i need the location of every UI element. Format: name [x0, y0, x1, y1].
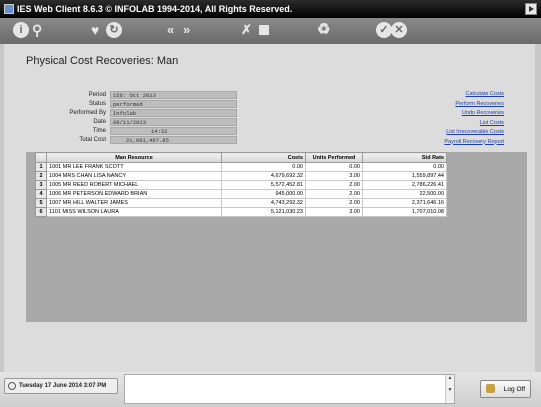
info-fields: Period 156: Oct 2013 Status performed Perf…: [54, 90, 237, 144]
list-costs-link[interactable]: List Costs: [444, 119, 504, 129]
costs-cell[interactable]: 4,679,692.32: [221, 171, 306, 181]
row-number: 1: [35, 162, 47, 172]
search-icon[interactable]: ⚲: [32, 22, 42, 38]
table-row[interactable]: 2 1004 MRS CHAN LISA NANCY 4,679,692.32 …: [35, 171, 447, 181]
resource-cell[interactable]: 1007 MR HILL WALTER JAMES: [46, 198, 222, 208]
app-icon: [4, 4, 14, 14]
resource-cell[interactable]: 1001 MR LEE FRANK SCOTT: [46, 162, 222, 172]
window-title: IES Web Client 8.6.3 © INFOLAB 1994-2014…: [17, 4, 293, 14]
resource-cell[interactable]: 1101 MISS WILSON LAURA: [46, 207, 222, 217]
units-cell[interactable]: 2.00: [305, 180, 363, 190]
ok-icon[interactable]: ✓: [376, 22, 392, 38]
units-cell[interactable]: 3.00: [305, 171, 363, 181]
row-number: 2: [35, 171, 47, 181]
toolbar: i ⚲ ♥ ↻ « » ✗ ♻ ✓ ✕: [0, 18, 541, 44]
page-title: Physical Cost Recoveries: Man: [26, 55, 179, 67]
field-performed-by: Performed By Infolab: [54, 108, 237, 117]
resource-cell[interactable]: 1005 MR REED ROBERT MICHAEL: [46, 180, 222, 190]
logoff-button[interactable]: Log Off: [480, 380, 531, 398]
field-period: Period 156: Oct 2013: [54, 90, 237, 99]
tools-icon[interactable]: ✗: [241, 22, 252, 38]
field-status: Status performed: [54, 99, 237, 108]
status-bar: Tuesday 17 June 2014 3:07 PM ▲ ▼ Log Off: [0, 372, 541, 407]
datetime-display: Tuesday 17 June 2014 3:07 PM: [4, 378, 118, 394]
rate-cell[interactable]: 1,559,897.44: [362, 171, 447, 181]
calculate-costs-link[interactable]: Calculate Costs: [444, 90, 504, 100]
info-icon[interactable]: i: [13, 22, 29, 38]
stop-icon[interactable]: [259, 25, 269, 35]
col-costs[interactable]: Costs: [221, 152, 306, 163]
message-scrollbar[interactable]: ▲ ▼: [445, 375, 454, 403]
table-row[interactable]: 6 1101 MISS WILSON LAURA 5,121,030.23 3.…: [35, 207, 447, 217]
col-man-resource[interactable]: Man Resource: [46, 152, 222, 163]
back-icon[interactable]: «: [167, 22, 174, 38]
units-cell[interactable]: 2.00: [305, 198, 363, 208]
table-row[interactable]: 4 1006 MR PETERSON EDWARD BRIAN 945,000.…: [35, 189, 447, 199]
datetime-text: Tuesday 17 June 2014 3:07 PM: [19, 383, 107, 389]
costs-cell[interactable]: 5,121,030.23: [221, 207, 306, 217]
table-row[interactable]: 1 1001 MR LEE FRANK SCOTT 0.00 0.00 0.00: [35, 162, 447, 172]
col-std-rate[interactable]: Std Rate: [362, 152, 447, 163]
table-row[interactable]: 3 1005 MR REED ROBERT MICHAEL 5,572,452.…: [35, 180, 447, 190]
rate-cell[interactable]: 0.00: [362, 162, 447, 172]
payroll-recovery-report-link[interactable]: Payroll Recovery Report: [444, 138, 504, 148]
costs-cell[interactable]: 4,743,292.32: [221, 198, 306, 208]
row-number: 6: [35, 207, 47, 217]
lock-icon: [486, 384, 495, 393]
title-bar: IES Web Client 8.6.3 © INFOLAB 1994-2014…: [0, 0, 541, 18]
maximize-button[interactable]: [525, 3, 537, 15]
undo-recoveries-link[interactable]: Undo Recoveries: [444, 109, 504, 119]
units-cell[interactable]: 0.00: [305, 162, 363, 172]
row-number: 5: [35, 198, 47, 208]
table-row[interactable]: 5 1007 MR HILL WALTER JAMES 4,743,292.32…: [35, 198, 447, 208]
rate-cell[interactable]: 22,500.00: [362, 189, 447, 199]
units-cell[interactable]: 2.00: [305, 189, 363, 199]
list-irrecoverable-costs-link[interactable]: List Irrecoverable Costs: [444, 128, 504, 138]
history-icon[interactable]: ↻: [106, 22, 122, 38]
field-time: Time 14:32: [54, 126, 237, 135]
row-number: 4: [35, 189, 47, 199]
row-number: 3: [35, 180, 47, 190]
cancel-icon[interactable]: ✕: [391, 22, 407, 38]
resource-cell[interactable]: 1006 MR PETERSON EDWARD BRIAN: [46, 189, 222, 199]
grid-area: Man Resource Costs Units Performed Std R…: [26, 152, 527, 322]
recycle-icon[interactable]: ♻: [317, 22, 330, 38]
main-content: Physical Cost Recoveries: Man Period 156:…: [4, 44, 535, 372]
perform-recoveries-link[interactable]: Perform Recoveries: [444, 100, 504, 110]
favorite-icon[interactable]: ♥: [91, 22, 99, 38]
rate-cell[interactable]: 1,707,010.08: [362, 207, 447, 217]
field-date: Date 08/11/2013: [54, 117, 237, 126]
man-resource-grid: Man Resource Costs Units Performed Std R…: [35, 152, 447, 217]
resource-cell[interactable]: 1004 MRS CHAN LISA NANCY: [46, 171, 222, 181]
rate-cell[interactable]: 2,371,646.16: [362, 198, 447, 208]
row-header-corner: [35, 152, 47, 163]
costs-cell[interactable]: 945,000.00: [221, 189, 306, 199]
costs-cell[interactable]: 0.00: [221, 162, 306, 172]
rate-cell[interactable]: 2,786,226.41: [362, 180, 447, 190]
forward-icon[interactable]: »: [183, 22, 190, 38]
units-cell[interactable]: 3.00: [305, 207, 363, 217]
field-total-cost: Total Cost 21,061,467.85: [54, 135, 237, 144]
message-box: ▲ ▼: [124, 374, 455, 404]
clock-icon: [8, 382, 16, 390]
logoff-label: Log Off: [503, 385, 525, 393]
col-units-performed[interactable]: Units Performed: [305, 152, 363, 163]
costs-cell[interactable]: 5,572,452.81: [221, 180, 306, 190]
action-links: Calculate Costs Perform Recoveries Undo …: [444, 90, 504, 147]
